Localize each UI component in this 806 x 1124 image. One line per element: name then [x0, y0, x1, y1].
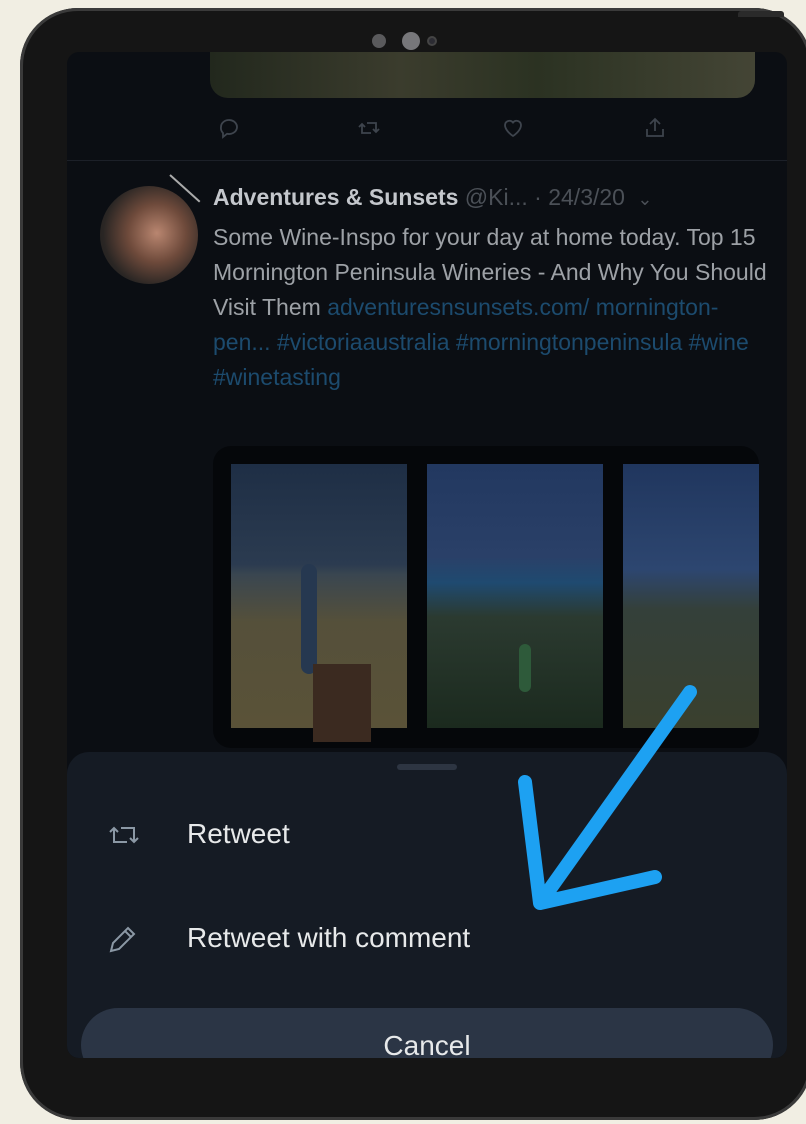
- like-icon[interactable]: [501, 116, 525, 145]
- tweet-date: · 24/3/20: [534, 184, 625, 210]
- tweet-media: [213, 446, 759, 748]
- person-figure: [301, 564, 317, 674]
- cancel-label: Cancel: [383, 1030, 471, 1058]
- previous-tweet-actions: [217, 116, 677, 144]
- tweet-header: Adventures & Sunsets @Ki... · 24/3/20 ⌄: [213, 184, 773, 211]
- retweet-with-comment-option[interactable]: Retweet with comment: [67, 904, 787, 974]
- avatar[interactable]: [100, 186, 198, 284]
- screen: Adventures & Sunsets @Ki... · 24/3/20 ⌄ …: [67, 52, 787, 1058]
- tweet-photo[interactable]: [231, 464, 407, 742]
- retweet-icon: [107, 820, 141, 850]
- author-handle[interactable]: @Ki...: [465, 184, 528, 210]
- sensor-dot: [372, 34, 386, 48]
- tweet-photo[interactable]: [623, 464, 759, 728]
- cancel-button[interactable]: Cancel: [81, 1008, 773, 1058]
- previous-tweet-image[interactable]: [210, 52, 755, 98]
- hashtag[interactable]: #victoriaaustralia: [277, 329, 450, 355]
- share-icon[interactable]: [643, 116, 667, 145]
- chevron-down-icon[interactable]: ⌄: [637, 189, 652, 209]
- hashtag[interactable]: #morningtonpeninsula: [456, 329, 682, 355]
- camera-bar: [20, 32, 806, 52]
- action-sheet: Retweet Retweet with comment Cancel: [67, 752, 787, 1058]
- sheet-grabber[interactable]: [397, 764, 457, 770]
- retweet-label: Retweet: [187, 818, 290, 849]
- retweet-option[interactable]: Retweet: [67, 800, 787, 870]
- pencil-icon: [107, 924, 141, 954]
- reply-icon[interactable]: [217, 116, 241, 145]
- camera-lens: [402, 32, 420, 50]
- person-figure: [519, 644, 531, 692]
- tweet-photo[interactable]: [427, 464, 603, 728]
- retweet-icon[interactable]: [357, 116, 381, 145]
- divider: [67, 160, 787, 161]
- retweet-with-comment-label: Retweet with comment: [187, 922, 471, 953]
- sensor-dot: [429, 38, 435, 44]
- power-button: [738, 11, 784, 17]
- tweet-text: Some Wine-Inspo for your day at home tod…: [213, 220, 773, 395]
- author-name[interactable]: Adventures & Sunsets: [213, 184, 458, 210]
- hashtag[interactable]: #wine: [689, 329, 749, 355]
- hashtag[interactable]: #winetasting: [213, 364, 341, 390]
- tweet-link[interactable]: adventuresnsunsets.com/: [327, 294, 589, 320]
- wine-crate: [313, 664, 371, 742]
